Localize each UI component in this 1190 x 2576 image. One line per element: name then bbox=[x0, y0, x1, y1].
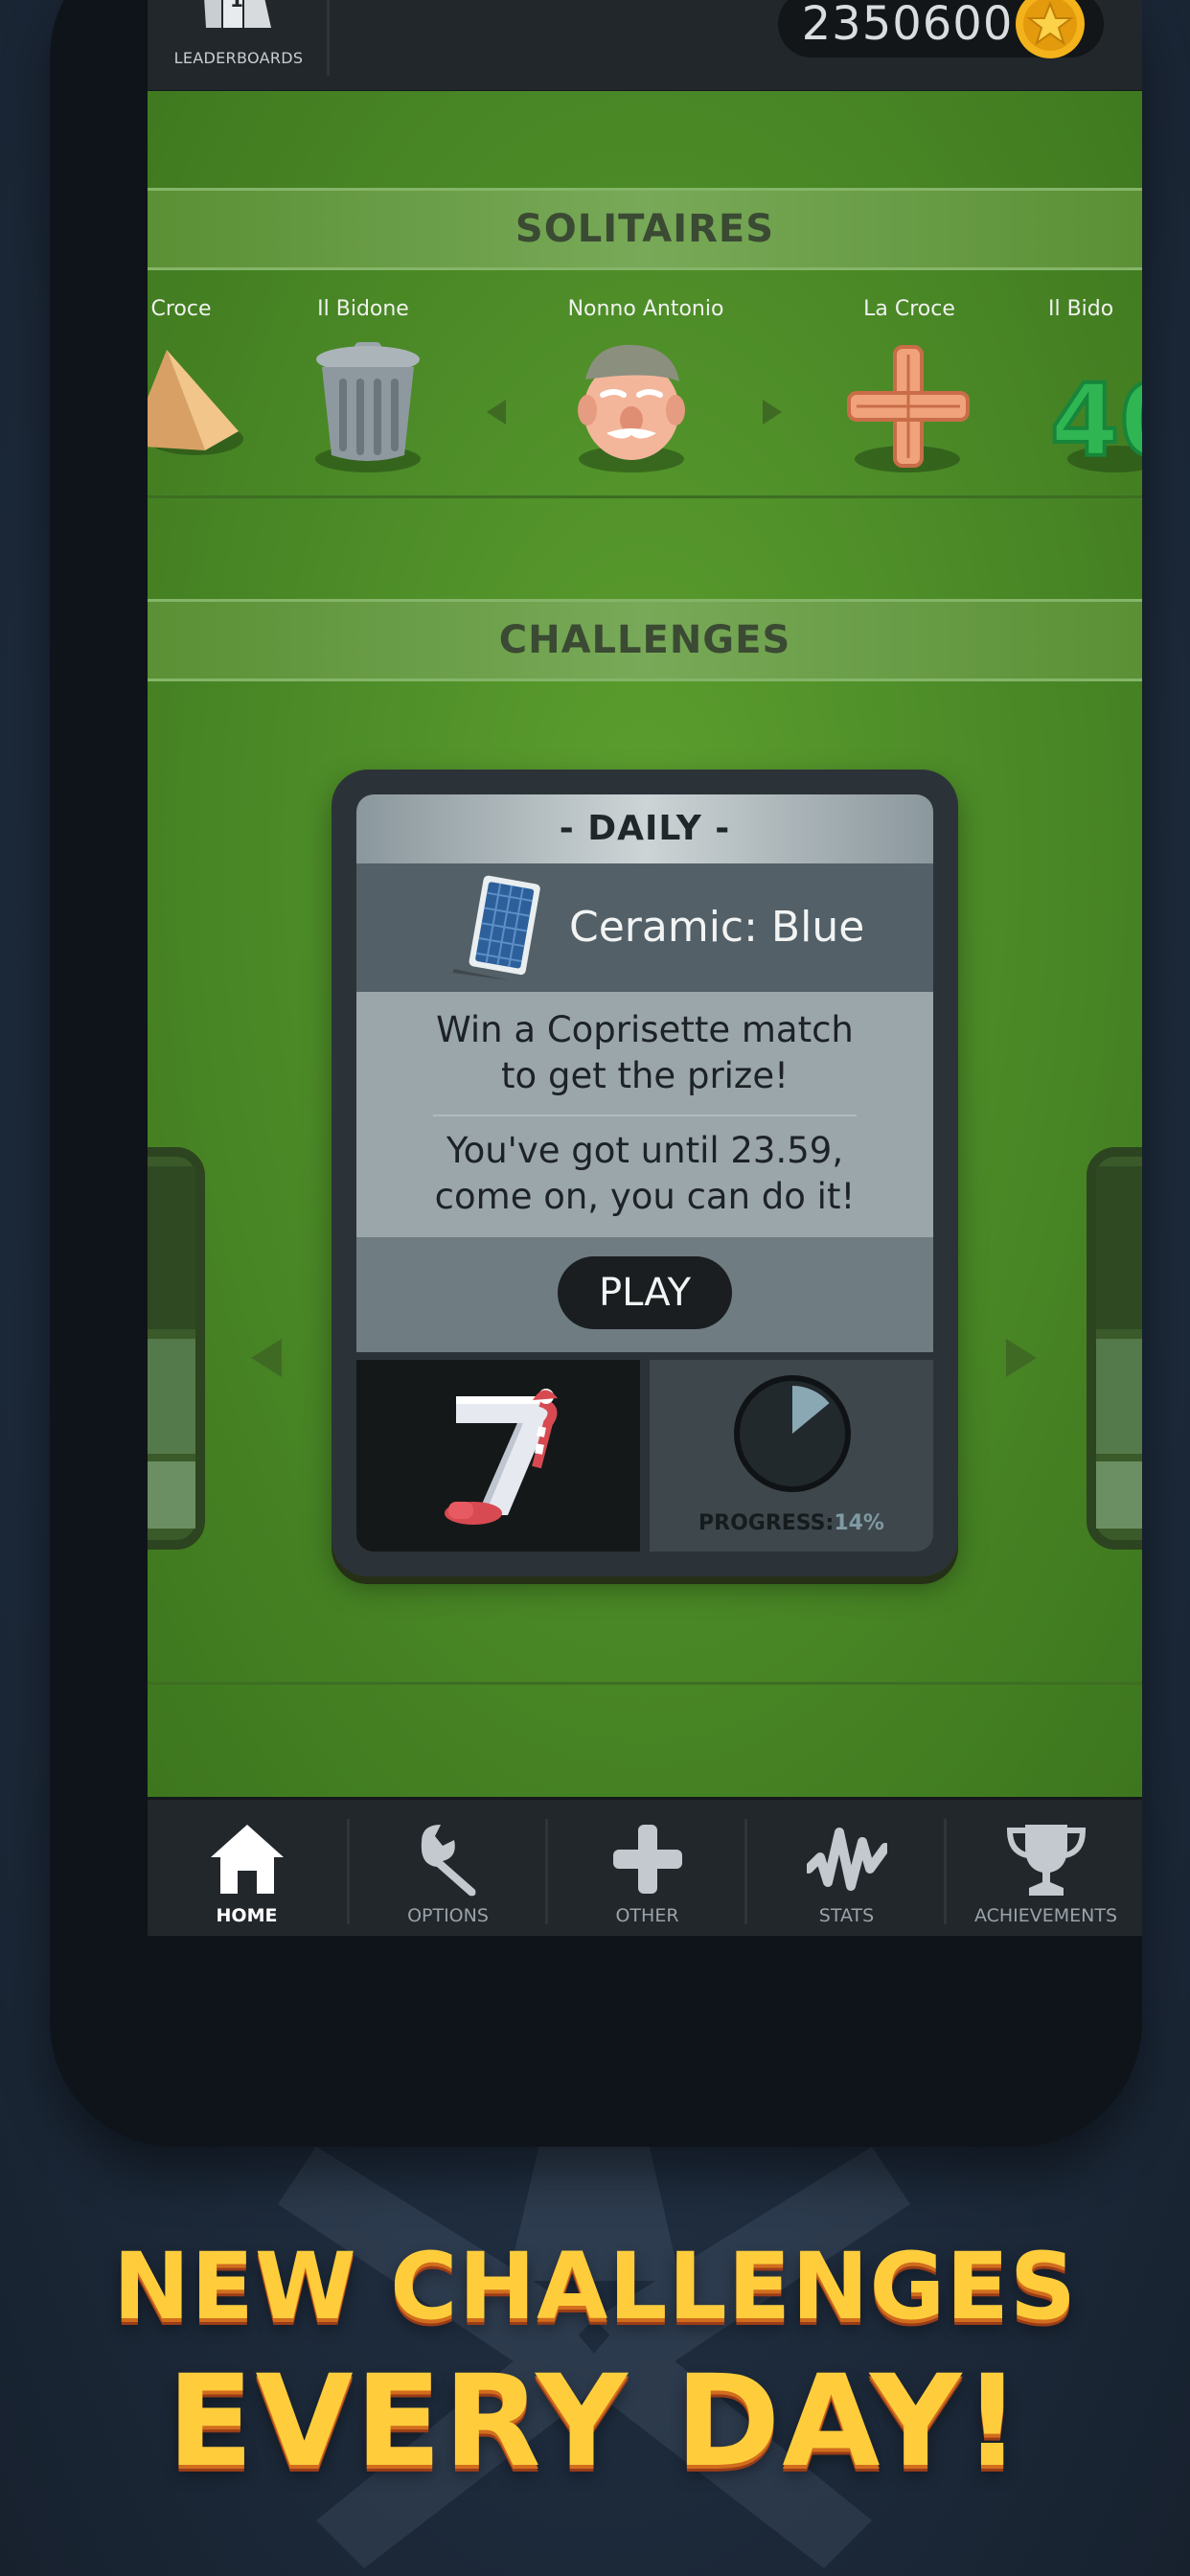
leaderboards-icon: 1 bbox=[204, 0, 271, 28]
reward-box bbox=[356, 1360, 640, 1552]
challenge-next-arrow-icon[interactable] bbox=[1004, 1337, 1039, 1379]
next-challenge-card[interactable] bbox=[1087, 1147, 1142, 1550]
phone-frame: 1 LEADERBOARDS 2350600 SOLITAIRES Croce … bbox=[50, 0, 1142, 2147]
bottom-nav: HOME OPTIONS OTHER STATS ACHIEVEMENTS bbox=[148, 1797, 1142, 1936]
progress-box: PROGRESS:14% bbox=[650, 1360, 933, 1552]
prize-name: Ceramic: Blue bbox=[569, 903, 865, 952]
stats-wave-icon bbox=[807, 1828, 887, 1891]
solitaire-prev-arrow-icon[interactable] bbox=[485, 398, 508, 426]
nav-home[interactable]: HOME bbox=[148, 1800, 346, 1936]
deadline-line-1: You've got until 23.59, bbox=[446, 1130, 844, 1171]
coin-value: 2350600 bbox=[801, 0, 1014, 51]
solitaire-label-il-bidone: Il Bidone bbox=[317, 297, 409, 321]
top-bar: 1 LEADERBOARDS 2350600 bbox=[148, 0, 1142, 91]
nav-achievements-label: ACHIEVEMENTS bbox=[973, 1905, 1118, 1926]
nav-achievements[interactable]: ACHIEVEMENTS bbox=[947, 1800, 1142, 1936]
deadline-line-2: come on, you can do it! bbox=[434, 1176, 856, 1217]
challenge-prev-arrow-icon[interactable] bbox=[249, 1337, 284, 1379]
progress-label: PROGRESS:14% bbox=[650, 1511, 933, 1535]
home-icon bbox=[211, 1825, 284, 1894]
play-row: PLAY bbox=[356, 1237, 933, 1352]
nav-other[interactable]: OTHER bbox=[548, 1800, 746, 1936]
card-header-text: - DAILY - bbox=[559, 809, 731, 848]
promo-line-1: NEW CHALLENGES bbox=[112, 2233, 1078, 2340]
description-line-1: Win a Coprisette match bbox=[436, 1009, 854, 1050]
leaderboards-button[interactable]: 1 LEADERBOARDS bbox=[148, 0, 330, 91]
promo-line-2: EVERY DAY! bbox=[167, 2348, 1023, 2496]
side-card-section bbox=[1096, 1339, 1142, 1454]
nav-stats[interactable]: STATS bbox=[747, 1800, 946, 1936]
pyramid-icon[interactable] bbox=[148, 350, 243, 455]
coin-star-icon[interactable] bbox=[1015, 0, 1086, 59]
solitaire-label-croce: Croce bbox=[150, 297, 212, 321]
section-divider bbox=[148, 1682, 1142, 1685]
side-card-section bbox=[148, 1166, 195, 1329]
nav-home-label: HOME bbox=[216, 1905, 278, 1926]
solitaires-banner: SOLITAIRES bbox=[148, 188, 1142, 270]
description-divider bbox=[433, 1115, 857, 1116]
play-button[interactable]: PLAY bbox=[558, 1256, 732, 1329]
side-card-section bbox=[1096, 1166, 1142, 1329]
side-card-section bbox=[148, 1461, 195, 1529]
side-card-section bbox=[1096, 1461, 1142, 1529]
trophy-icon bbox=[1006, 1825, 1087, 1896]
blue-card-back-icon bbox=[452, 875, 540, 980]
nav-options-label: OPTIONS bbox=[407, 1905, 489, 1926]
svg-text:1: 1 bbox=[230, 0, 243, 12]
prev-challenge-card[interactable] bbox=[148, 1147, 205, 1550]
cross-icon[interactable] bbox=[847, 345, 972, 470]
number-40-text: 40 bbox=[1050, 369, 1142, 465]
challenges-title: CHALLENGES bbox=[498, 618, 791, 662]
section-divider bbox=[148, 495, 1142, 498]
number-40-icon[interactable]: 40 bbox=[1048, 369, 1142, 465]
card-header: - DAILY - bbox=[356, 794, 933, 863]
daily-challenge-card: - DAILY - Ceramic: Blue Win a Coprisette… bbox=[332, 770, 958, 1576]
solitaire-next-arrow-icon[interactable] bbox=[761, 398, 784, 426]
solitaire-label-il-bido: Il Bido bbox=[1048, 297, 1114, 321]
challenges-banner: CHALLENGES bbox=[148, 599, 1142, 681]
prize-row: Ceramic: Blue bbox=[356, 863, 933, 992]
leaderboards-label: LEADERBOARDS bbox=[173, 49, 304, 67]
solitaire-label-la-croce: La Croce bbox=[863, 297, 955, 321]
trash-bin-icon[interactable] bbox=[312, 340, 423, 465]
nav-stats-label: STATS bbox=[818, 1905, 875, 1926]
app-screen: 1 LEADERBOARDS 2350600 SOLITAIRES Croce … bbox=[148, 0, 1142, 1936]
wrench-icon bbox=[421, 1825, 476, 1897]
grandpa-face-icon[interactable] bbox=[574, 335, 689, 465]
seven-with-scarf-icon bbox=[445, 1389, 558, 1525]
topbar-divider bbox=[327, 0, 330, 76]
progress-ring bbox=[734, 1375, 851, 1492]
progress-label-text: PROGRESS: bbox=[698, 1511, 835, 1535]
nav-other-label: OTHER bbox=[615, 1905, 679, 1926]
plus-icon bbox=[613, 1825, 682, 1894]
challenge-description: Win a Coprisette match to get the prize!… bbox=[356, 992, 933, 1237]
solitaire-label-nonno-antonio: Nonno Antonio bbox=[567, 297, 724, 321]
nav-options[interactable]: OPTIONS bbox=[349, 1800, 547, 1936]
progress-value: 14% bbox=[834, 1511, 884, 1535]
description-line-2: to get the prize! bbox=[501, 1055, 789, 1096]
side-card-section bbox=[148, 1339, 195, 1454]
solitaires-title: SOLITAIRES bbox=[515, 207, 775, 251]
